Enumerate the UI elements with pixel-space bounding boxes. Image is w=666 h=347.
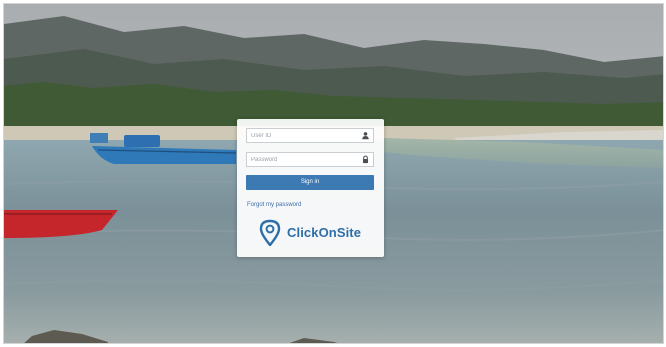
user-id-field[interactable] — [246, 128, 374, 143]
password-input[interactable] — [247, 153, 361, 166]
lock-icon — [362, 155, 369, 164]
sign-in-button[interactable]: Sign in — [246, 175, 374, 190]
user-id-input[interactable] — [247, 129, 361, 142]
brand-logo: ClickOnSite — [259, 218, 369, 248]
blue-boat-stern — [90, 133, 108, 143]
map-pin-icon — [259, 219, 281, 246]
brand-name: ClickOnSite — [287, 225, 362, 240]
login-page: Sign in Forgot my password ClickOnSite — [3, 3, 664, 344]
login-card: Sign in Forgot my password ClickOnSite — [237, 119, 384, 257]
password-field[interactable] — [246, 152, 374, 167]
forgot-password-link[interactable]: Forgot my password — [247, 202, 301, 208]
blue-boat-cabin — [124, 135, 160, 147]
user-icon — [362, 132, 369, 140]
